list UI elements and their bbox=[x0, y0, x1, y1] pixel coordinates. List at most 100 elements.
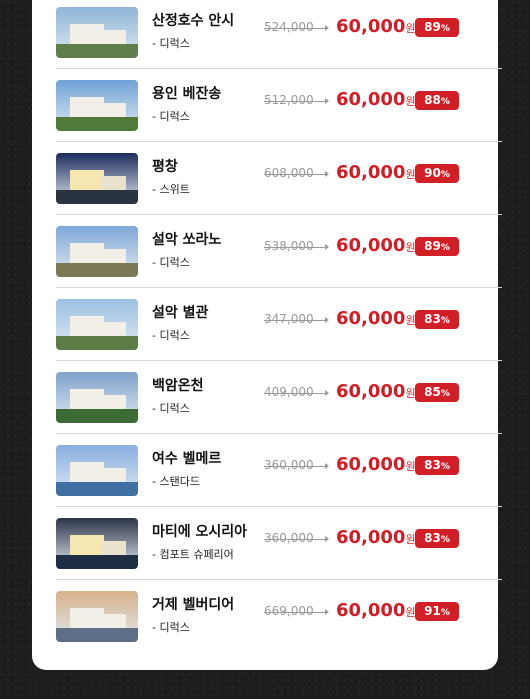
sale-price-value: 60,000 bbox=[336, 16, 406, 37]
arrow-right-icon bbox=[325, 317, 329, 323]
photo-building bbox=[70, 24, 104, 46]
hotel-photo[interactable] bbox=[56, 7, 138, 58]
percent-sign: % bbox=[440, 170, 450, 180]
hotel-row[interactable]: 거제 벨버디어 - 디럭스 669,000 60,000원 91% bbox=[56, 580, 502, 653]
photo-building bbox=[70, 608, 104, 630]
photo-ground bbox=[56, 263, 138, 277]
photo-building bbox=[70, 243, 104, 265]
strikethrough-line bbox=[264, 28, 326, 29]
hotel-name: 백암온천 bbox=[152, 378, 204, 394]
discount-value: 91 bbox=[424, 604, 441, 618]
hotel-name: 거제 벨버디어 bbox=[152, 597, 235, 613]
sale-price-value: 60,000 bbox=[336, 308, 406, 329]
sale-price-value: 60,000 bbox=[336, 527, 406, 548]
hotel-row[interactable]: 용인 베잔송 - 디럭스 512,000 60,000원 88% bbox=[56, 69, 502, 142]
original-price: 608,000 bbox=[264, 166, 329, 180]
discount-badge: 89% bbox=[415, 18, 459, 37]
hotel-photo[interactable] bbox=[56, 372, 138, 423]
sale-price-value: 60,000 bbox=[336, 235, 406, 256]
room-type: - 디럭스 bbox=[152, 329, 190, 342]
photo-ground bbox=[56, 628, 138, 642]
hotel-photo[interactable] bbox=[56, 591, 138, 642]
room-type: - 컴포트 슈페리어 bbox=[152, 548, 234, 561]
photo-building bbox=[70, 535, 104, 557]
room-type: - 디럭스 bbox=[152, 402, 190, 415]
discount-value: 89 bbox=[424, 239, 441, 253]
hotel-row[interactable]: 설악 쏘라노 - 디럭스 538,000 60,000원 89% bbox=[56, 215, 502, 288]
discount-value: 90 bbox=[424, 166, 441, 180]
sale-price: 60,000원 bbox=[336, 454, 416, 475]
hotel-name: 평창 bbox=[152, 159, 178, 175]
percent-sign: % bbox=[440, 243, 450, 253]
photo-ground bbox=[56, 190, 138, 204]
discount-badge: 83% bbox=[415, 310, 459, 329]
original-price: 409,000 bbox=[264, 385, 329, 399]
hotel-photo[interactable] bbox=[56, 226, 138, 277]
hotel-photo[interactable] bbox=[56, 299, 138, 350]
strikethrough-line bbox=[264, 466, 326, 467]
hotel-row[interactable]: 백암온천 - 디럭스 409,000 60,000원 85% bbox=[56, 361, 502, 434]
original-price: 524,000 bbox=[264, 20, 329, 34]
strikethrough-line bbox=[264, 393, 326, 394]
hotel-name: 여수 벨메르 bbox=[152, 451, 222, 467]
hotel-row[interactable]: 마티에 오시리아 - 컴포트 슈페리어 360,000 60,000원 83% bbox=[56, 507, 502, 580]
hotel-photo[interactable] bbox=[56, 80, 138, 131]
arrow-right-icon bbox=[325, 98, 329, 104]
hotel-photo[interactable] bbox=[56, 445, 138, 496]
discount-value: 89 bbox=[424, 20, 441, 34]
original-price-value: 669,000 bbox=[264, 604, 314, 618]
original-price-value: 512,000 bbox=[264, 93, 314, 107]
strikethrough-line bbox=[264, 320, 326, 321]
room-type: - 디럭스 bbox=[152, 110, 190, 123]
percent-sign: % bbox=[440, 389, 450, 399]
hotel-row[interactable]: 설악 별관 - 디럭스 347,000 60,000원 83% bbox=[56, 288, 502, 361]
strikethrough-line bbox=[264, 539, 326, 540]
sale-price-value: 60,000 bbox=[336, 454, 406, 475]
arrow-right-icon bbox=[325, 609, 329, 615]
discount-value: 83 bbox=[424, 531, 441, 545]
hotel-row[interactable]: 산정호수 안시 - 디럭스 524,000 60,000원 89% bbox=[56, 0, 502, 69]
discount-badge: 85% bbox=[415, 383, 459, 402]
sale-price-value: 60,000 bbox=[336, 600, 406, 621]
hotel-name: 설악 쏘라노 bbox=[152, 232, 222, 248]
discount-value: 83 bbox=[424, 458, 441, 472]
percent-sign: % bbox=[440, 535, 450, 545]
percent-sign: % bbox=[440, 316, 450, 326]
photo-ground bbox=[56, 117, 138, 131]
photo-building bbox=[70, 170, 104, 192]
discount-badge: 83% bbox=[415, 456, 459, 475]
original-price: 512,000 bbox=[264, 93, 329, 107]
original-price: 347,000 bbox=[264, 312, 329, 326]
original-price: 538,000 bbox=[264, 239, 329, 253]
sale-price: 60,000원 bbox=[336, 308, 416, 329]
sale-price: 60,000원 bbox=[336, 381, 416, 402]
original-price: 360,000 bbox=[264, 531, 329, 545]
original-price: 669,000 bbox=[264, 604, 329, 618]
sale-price: 60,000원 bbox=[336, 235, 416, 256]
photo-ground bbox=[56, 336, 138, 350]
discount-badge: 89% bbox=[415, 237, 459, 256]
arrow-right-icon bbox=[325, 390, 329, 396]
discount-badge: 83% bbox=[415, 529, 459, 548]
hotel-photo[interactable] bbox=[56, 153, 138, 204]
strikethrough-line bbox=[264, 612, 326, 613]
hotel-row[interactable]: 평창 - 스위트 608,000 60,000원 90% bbox=[56, 142, 502, 215]
sale-price: 60,000원 bbox=[336, 89, 416, 110]
room-type: - 디럭스 bbox=[152, 256, 190, 269]
hotel-list-card: 산정호수 안시 - 디럭스 524,000 60,000원 89% 용인 베잔송… bbox=[32, 0, 502, 670]
hotel-photo[interactable] bbox=[56, 518, 138, 569]
hotel-list: 산정호수 안시 - 디럭스 524,000 60,000원 89% 용인 베잔송… bbox=[56, 0, 502, 653]
percent-sign: % bbox=[440, 97, 450, 107]
photo-ground bbox=[56, 409, 138, 423]
original-price-value: 347,000 bbox=[264, 312, 314, 326]
discount-badge: 91% bbox=[415, 602, 459, 621]
original-price-value: 360,000 bbox=[264, 458, 314, 472]
sale-price: 60,000원 bbox=[336, 600, 416, 621]
arrow-right-icon bbox=[325, 244, 329, 250]
discount-value: 83 bbox=[424, 312, 441, 326]
percent-sign: % bbox=[440, 608, 450, 618]
photo-building bbox=[70, 316, 104, 338]
room-type: - 스탠다드 bbox=[152, 475, 200, 488]
hotel-row[interactable]: 여수 벨메르 - 스탠다드 360,000 60,000원 83% bbox=[56, 434, 502, 507]
photo-building bbox=[70, 389, 104, 411]
